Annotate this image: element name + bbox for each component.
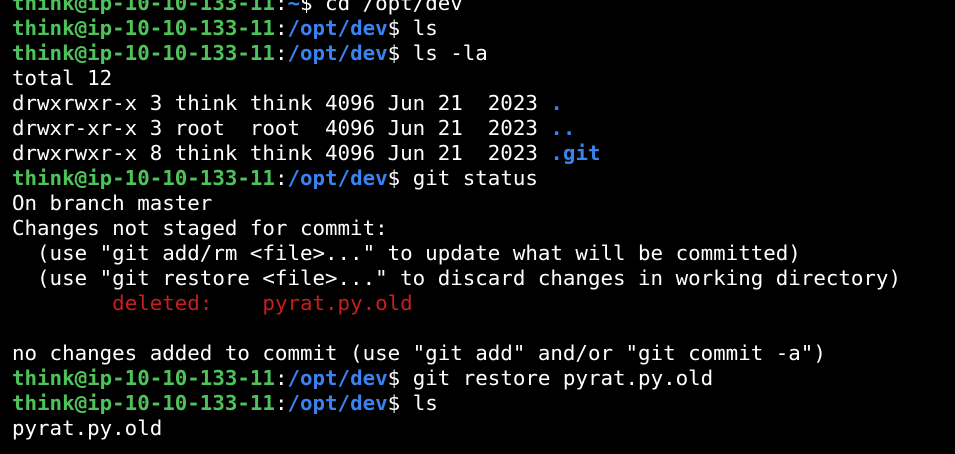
listing-meta: drwxr-xr-x 3 root root 4096 Jun 21 2023 xyxy=(12,116,551,140)
prompt-path: /opt/dev xyxy=(287,366,388,390)
prompt-user-host: think@ip-10-10-133-11 xyxy=(12,166,275,190)
terminal-line-listing: drwxr-xr-x 3 root root 4096 Jun 21 2023 … xyxy=(12,116,955,141)
terminal-line-deleted: deleted: pyrat.py.old xyxy=(12,291,955,316)
command-text: ls -la xyxy=(412,41,488,65)
prompt-separator: : xyxy=(274,0,288,15)
terminal-line-output: Changes not staged for commit: xyxy=(12,216,388,240)
listing-dir-name: .git xyxy=(550,141,601,165)
prompt-separator: : xyxy=(274,391,288,415)
terminal-window[interactable]: think@ip-10-10-133-11:~$ cd /opt/dev thi… xyxy=(0,0,955,454)
command-text: cd /opt/dev xyxy=(325,0,463,15)
terminal-line-output: total 12 xyxy=(12,66,113,90)
terminal-line-output: no changes added to commit (use "git add… xyxy=(12,341,826,365)
listing-meta: drwxrwxr-x 8 think think 4096 Jun 21 202… xyxy=(12,141,551,165)
prompt-separator: : xyxy=(274,41,288,65)
command-text: git restore pyrat.py.old xyxy=(412,366,714,390)
prompt-user-host: think@ip-10-10-133-11 xyxy=(12,0,275,15)
deleted-file-status: deleted: pyrat.py.old xyxy=(112,291,413,315)
listing-meta: drwxrwxr-x 3 think think 4096 Jun 21 202… xyxy=(12,91,551,115)
terminal-output: think@ip-10-10-133-11:~$ cd /opt/dev thi… xyxy=(12,0,955,441)
terminal-line-output: On branch master xyxy=(12,191,213,215)
command-text: ls xyxy=(412,391,438,415)
terminal-line-prompt: think@ip-10-10-133-11:/opt/dev$ ls -la xyxy=(12,41,955,66)
prompt-dollar: $ xyxy=(387,391,413,415)
prompt-dollar: $ xyxy=(387,41,413,65)
prompt-separator: : xyxy=(274,16,288,40)
terminal-line-prompt: think@ip-10-10-133-11:/opt/dev$ ls xyxy=(12,16,955,41)
prompt-user-host: think@ip-10-10-133-11 xyxy=(12,391,275,415)
prompt-dollar: $ xyxy=(387,16,413,40)
terminal-line-prompt: think@ip-10-10-133-11:/opt/dev$ git rest… xyxy=(12,366,955,391)
prompt-separator: : xyxy=(274,366,288,390)
terminal-line-output: (use "git restore <file>..." to discard … xyxy=(12,266,901,290)
terminal-line-prompt: think@ip-10-10-133-11:~$ cd /opt/dev xyxy=(12,0,955,16)
terminal-line-output: (use "git add/rm <file>..." to update wh… xyxy=(12,241,801,265)
prompt-user-host: think@ip-10-10-133-11 xyxy=(12,366,275,390)
prompt-path: /opt/dev xyxy=(287,391,388,415)
prompt-separator: : xyxy=(274,166,288,190)
terminal-line-listing: drwxrwxr-x 8 think think 4096 Jun 21 202… xyxy=(12,141,955,166)
prompt-dollar: $ xyxy=(387,166,413,190)
prompt-dollar: $ xyxy=(300,0,326,15)
terminal-line-prompt: think@ip-10-10-133-11:/opt/dev$ git stat… xyxy=(12,166,955,191)
prompt-path: /opt/dev xyxy=(287,16,388,40)
prompt-user-host: think@ip-10-10-133-11 xyxy=(12,41,275,65)
terminal-line-prompt: think@ip-10-10-133-11:/opt/dev$ ls xyxy=(12,391,955,416)
prompt-path: ~ xyxy=(287,0,300,15)
listing-dir-name: . xyxy=(550,91,563,115)
prompt-user-host: think@ip-10-10-133-11 xyxy=(12,16,275,40)
prompt-path: /opt/dev xyxy=(287,41,388,65)
listing-dir-name: .. xyxy=(550,116,576,140)
terminal-line-listing: drwxrwxr-x 3 think think 4096 Jun 21 202… xyxy=(12,91,955,116)
command-text: git status xyxy=(412,166,538,190)
command-text: ls xyxy=(412,16,438,40)
terminal-line-output: pyrat.py.old xyxy=(12,416,163,440)
prompt-dollar: $ xyxy=(387,366,413,390)
prompt-path: /opt/dev xyxy=(287,166,388,190)
